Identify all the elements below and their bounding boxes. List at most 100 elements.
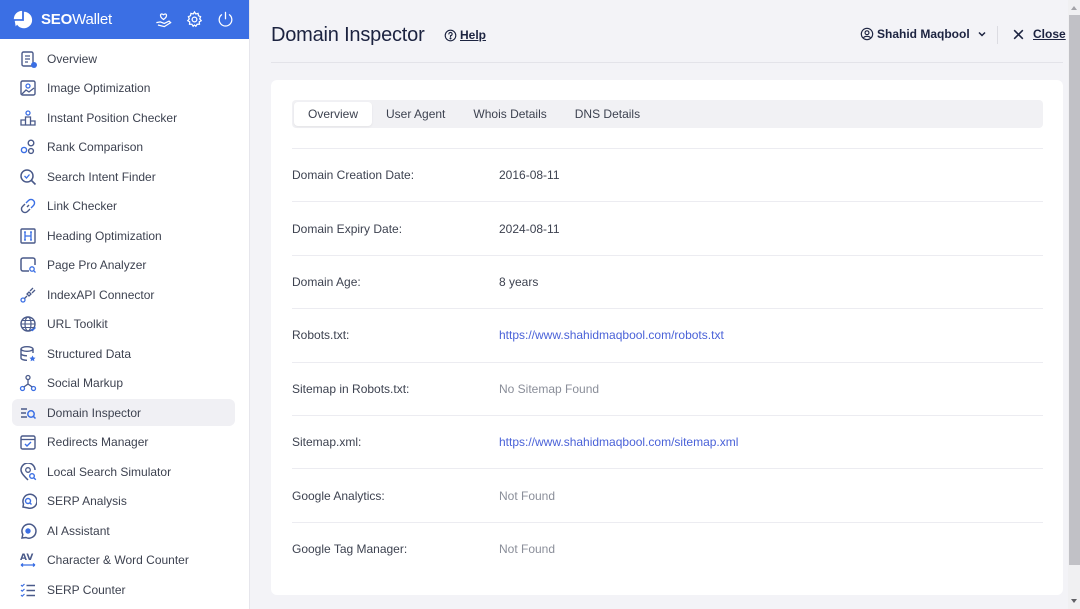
sidebar-item-label: Character & Word Counter <box>47 553 189 567</box>
tab-dns-details[interactable]: DNS Details <box>561 102 654 126</box>
sidebar-item-label: Structured Data <box>47 346 132 361</box>
row-value: 2016-08-11 <box>499 168 560 183</box>
row-label: Sitemap.xml: <box>292 435 362 450</box>
table-row: Sitemap in Robots.txt: No Sitemap Found <box>292 361 1043 415</box>
tab-whois-details[interactable]: Whois Details <box>459 102 560 126</box>
sidebar-item-rank-comparison[interactable]: Rank Comparison <box>12 134 235 161</box>
tab-user-agent[interactable]: User Agent <box>372 102 459 126</box>
page-analyze-icon <box>20 257 36 273</box>
sidebar-item-label: SERP Analysis <box>47 494 127 508</box>
sidebar-item-label: Search Intent Finder <box>47 169 156 184</box>
vertical-scrollbar[interactable] <box>1068 0 1080 609</box>
sidebar-item-label: Overview <box>47 51 98 66</box>
sidebar-item-link-checker[interactable]: Link Checker <box>12 193 235 220</box>
sidebar-item-label: Image Optimization <box>47 81 151 95</box>
sidebar-item-heading-optimization[interactable]: Heading Optimization <box>12 222 235 249</box>
sidebar-item-domain-inspector[interactable]: Domain Inspector <box>12 399 235 426</box>
overview-icon <box>21 50 37 68</box>
domain-inspect-icon <box>21 407 37 419</box>
sidebar-item-url-toolkit[interactable]: URL Toolkit <box>12 311 235 338</box>
help-link[interactable]: Help <box>444 28 486 42</box>
gear-icon[interactable] <box>185 10 204 29</box>
header-divider <box>997 26 998 44</box>
text-width-icon: AV <box>20 553 36 567</box>
tab-overview[interactable]: Overview <box>294 102 373 126</box>
podium-icon <box>20 109 36 126</box>
question-circle-icon <box>444 29 457 41</box>
search-check-icon <box>20 168 37 185</box>
scrollbar-thumb[interactable] <box>1069 15 1080 565</box>
details-table: Domain Creation Date: 2016-08-11 Domain Ex… <box>292 148 1043 575</box>
page-title: Domain Inspector <box>271 24 425 46</box>
rank-compare-icon <box>20 139 35 155</box>
plug-icon <box>20 287 36 303</box>
link-icon <box>20 198 36 214</box>
sidebar-item-local-search-simulator[interactable]: Local Search Simulator <box>12 458 235 485</box>
sidebar-item-overview[interactable]: Overview <box>12 45 235 72</box>
row-label: Domain Expiry Date: <box>292 221 403 236</box>
table-row: Domain Age: 8 years <box>292 254 1043 308</box>
sidebar-item-label: Rank Comparison <box>47 140 144 154</box>
close-icon <box>1013 29 1024 39</box>
sidebar-item-structured-data[interactable]: Structured Data <box>12 340 235 367</box>
row-label: Robots.txt: <box>292 328 350 343</box>
sidebar-item-ai-assistant[interactable]: AI Assistant <box>12 517 235 544</box>
sidebar-item-instant-position-checker[interactable]: Instant Position Checker <box>12 104 235 131</box>
main-content: Domain Inspector Help Shahid Maqbool Clo… <box>250 0 1068 609</box>
row-value: 2024-08-11 <box>499 221 560 236</box>
checklist-icon <box>20 583 35 597</box>
sidebar-item-label: SERP Counter <box>47 582 126 597</box>
table-row: Robots.txt: https://www.shahidmaqbool.com… <box>292 308 1043 361</box>
heart-hand-icon[interactable] <box>154 10 173 29</box>
row-value-link[interactable]: https://www.shahidmaqbool.com/robots.txt <box>499 328 724 342</box>
sidebar-item-social-markup[interactable]: Social Markup <box>12 370 235 397</box>
user-menu[interactable]: Shahid Maqbool <box>860 27 988 41</box>
scroll-up-arrow-icon[interactable] <box>1068 3 1080 13</box>
close-button[interactable]: Close <box>1012 27 1066 41</box>
row-value: Not Found <box>499 488 556 503</box>
svg-text:AV: AV <box>20 553 33 563</box>
table-row: Google Tag Manager: Not Found <box>292 521 1043 575</box>
table-row: Google Analytics: Not Found <box>292 468 1043 521</box>
sidebar-item-image-optimization[interactable]: Image Optimization <box>12 75 235 102</box>
sidebar-item-label: Link Checker <box>47 199 118 213</box>
row-value-link[interactable]: https://www.shahidmaqbool.com/sitemap.xm… <box>499 435 738 449</box>
sidebar-item-label: Page Pro Analyzer <box>47 258 147 272</box>
sidebar-item-label: AI Assistant <box>47 523 110 538</box>
power-icon[interactable] <box>216 10 235 29</box>
database-icon <box>20 345 36 361</box>
image-icon <box>20 80 36 96</box>
sidebar-item-indexapi-connector[interactable]: IndexAPI Connector <box>12 281 235 308</box>
sidebar-item-character-and-word-counter[interactable]: AV Character & Word Counter <box>12 547 235 574</box>
row-label: Google Tag Manager: <box>292 541 408 556</box>
share-network-icon <box>19 374 37 392</box>
sidebar-nav: Overview Image Optimization Instant Positi… <box>0 39 249 603</box>
sidebar-item-serp-analysis[interactable]: SERP Analysis <box>12 488 235 515</box>
logo-icon <box>13 10 33 28</box>
row-label: Domain Creation Date: <box>292 168 415 183</box>
row-value: Not Found <box>499 541 556 556</box>
brand-name: SEOWallet <box>41 11 112 28</box>
row-value: No Sitemap Found <box>499 381 600 396</box>
sidebar-item-label: Social Markup <box>47 376 124 390</box>
table-row: Domain Creation Date: 2016-08-11 <box>292 148 1043 201</box>
sidebar-item-redirects-manager[interactable]: Redirects Manager <box>12 429 235 456</box>
chat-search-icon <box>22 493 37 510</box>
row-label: Domain Age: <box>292 274 361 289</box>
sidebar-item-page-pro-analyzer[interactable]: Page Pro Analyzer <box>12 252 235 279</box>
sidebar-item-label: Instant Position Checker <box>47 110 178 125</box>
row-label: Sitemap in Robots.txt: <box>292 381 410 396</box>
table-row: Sitemap.xml: https://www.shahidmaqbool.co… <box>292 414 1043 468</box>
calendar-check-icon <box>20 435 36 450</box>
row-label: Google Analytics: <box>292 488 385 503</box>
chevron-down-icon <box>978 31 986 37</box>
scroll-down-arrow-icon[interactable] <box>1068 596 1080 606</box>
location-search-icon <box>20 462 37 481</box>
sidebar-item-serp-counter[interactable]: SERP Counter <box>12 576 235 603</box>
globe-icon <box>20 316 36 332</box>
sidebar-item-search-intent-finder[interactable]: Search Intent Finder <box>12 163 235 190</box>
table-row: Domain Expiry Date: 2024-08-11 <box>292 201 1043 254</box>
close-label: Close <box>1033 27 1066 41</box>
row-value: 8 years <box>499 274 539 289</box>
sidebar-item-label: Redirects Manager <box>47 435 149 449</box>
